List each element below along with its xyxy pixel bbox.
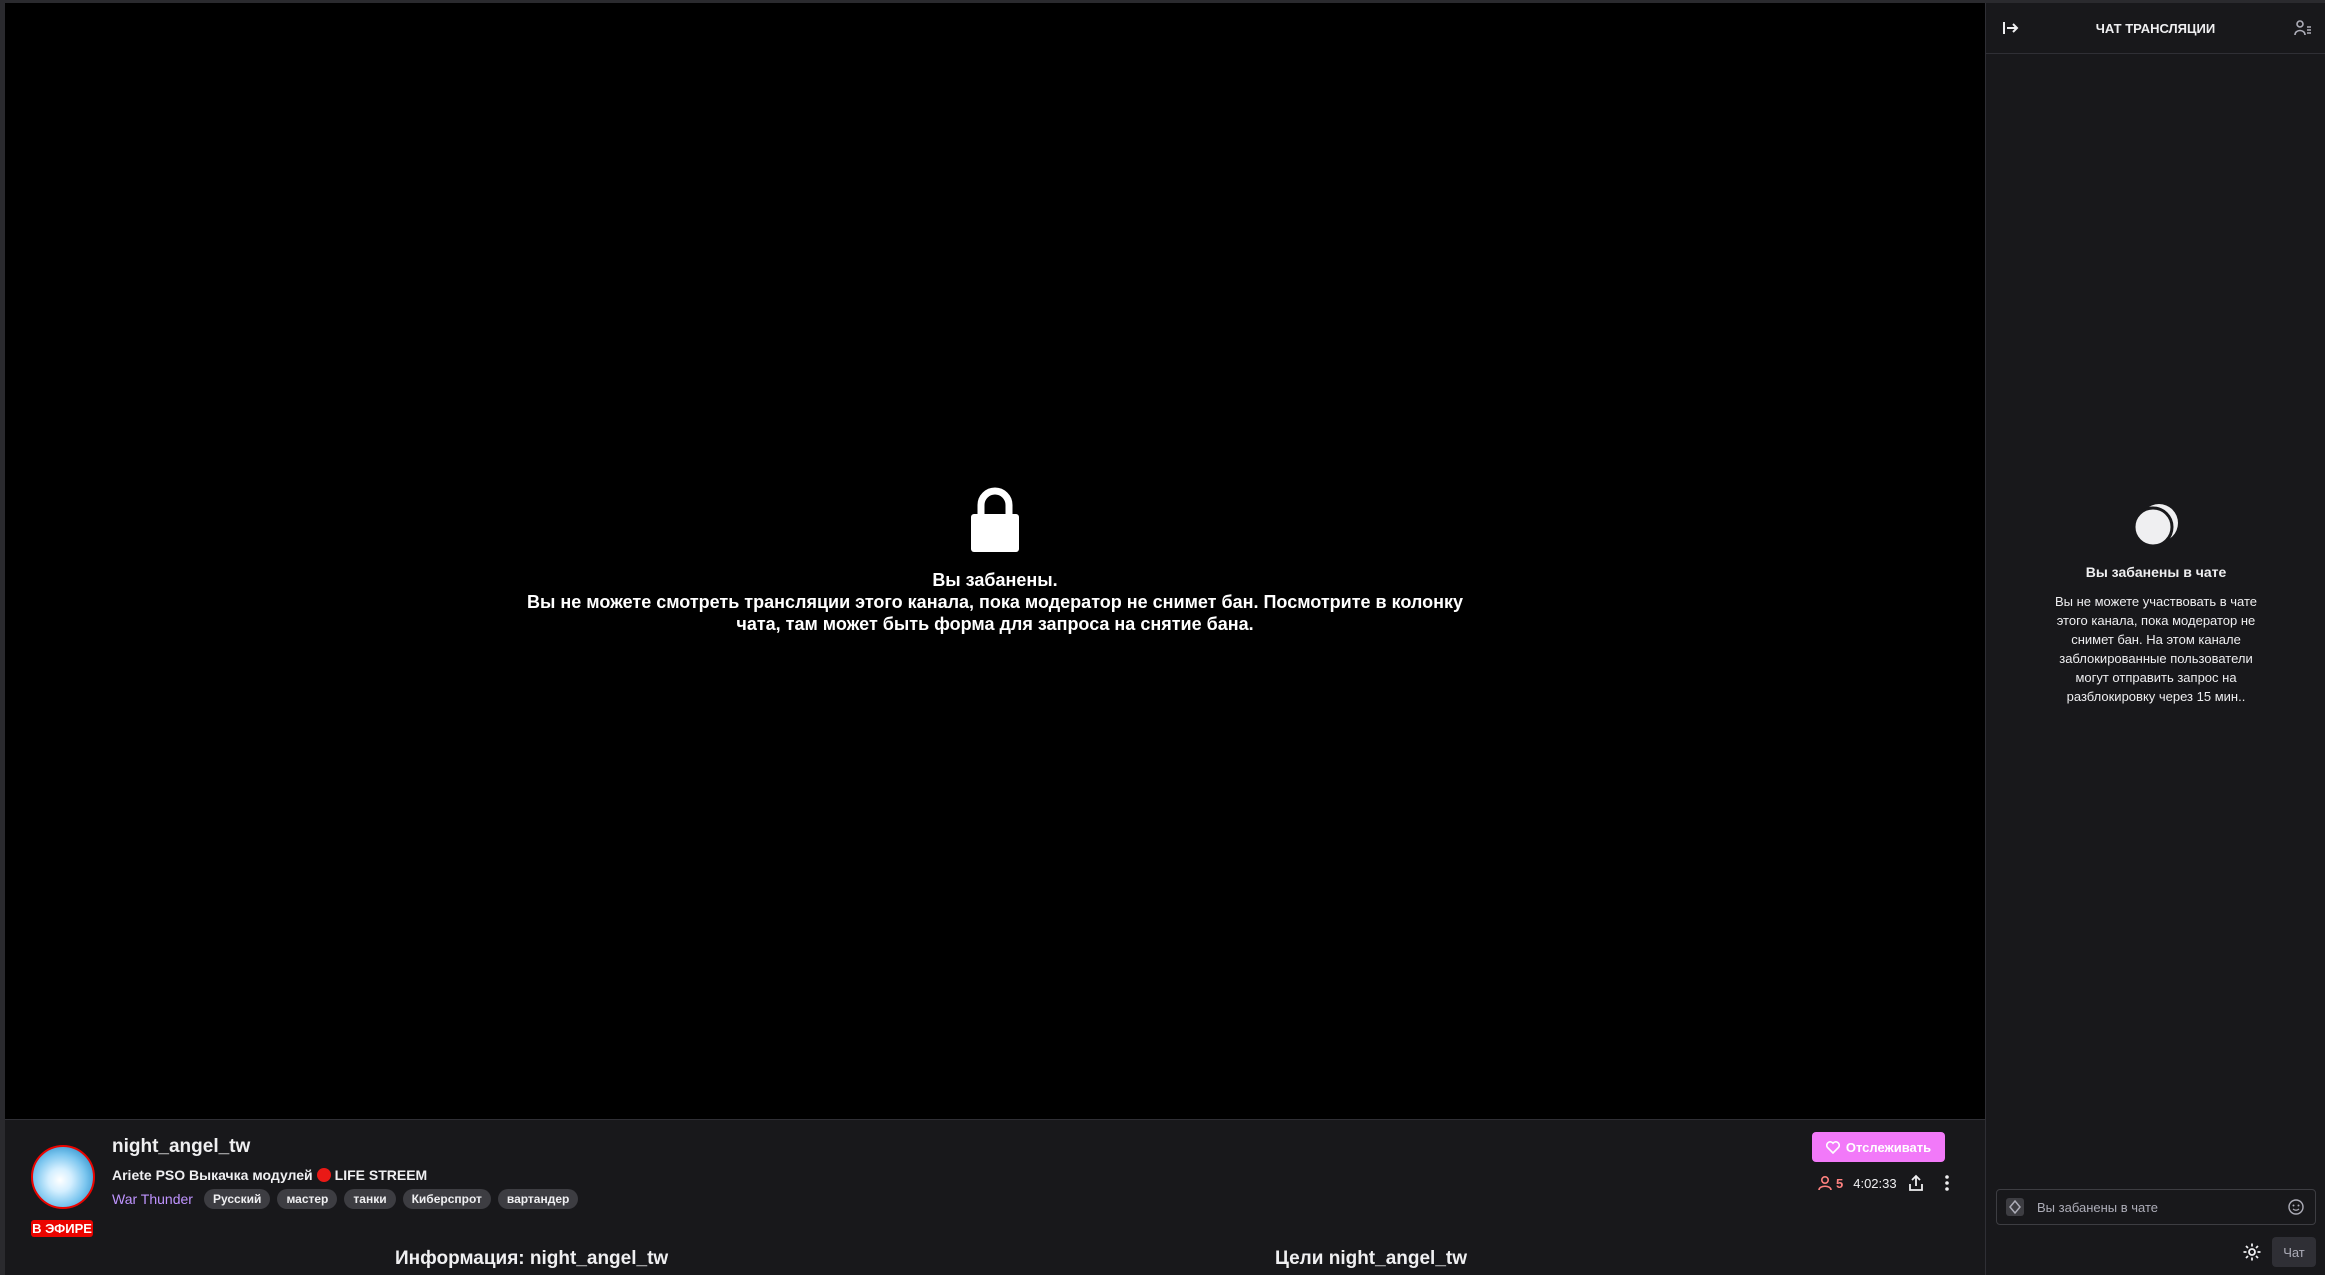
person-icon bbox=[1818, 1175, 1832, 1191]
heart-icon bbox=[1825, 1140, 1840, 1154]
gear-icon[interactable] bbox=[2242, 1242, 2262, 1262]
chat-input[interactable]: Вы забанены в чате bbox=[1996, 1189, 2316, 1225]
ban-icon bbox=[2132, 504, 2178, 548]
channel-name[interactable]: night_angel_tw bbox=[112, 1136, 250, 1158]
collapse-chat-icon[interactable] bbox=[2001, 18, 2021, 38]
tag[interactable]: Русский bbox=[203, 1189, 271, 1209]
lock-icon bbox=[971, 487, 1019, 552]
avatar[interactable] bbox=[31, 1145, 95, 1209]
channel-info-bar: В ЭФИРЕ night_angel_tw Ariete PSO Выкачк… bbox=[5, 1119, 1985, 1275]
stream-title-prefix: Ariete PSO Выкачка модулей bbox=[112, 1167, 313, 1183]
chat-banned-title: Вы забанены в чате bbox=[2085, 564, 2227, 580]
follow-button[interactable]: Отслеживать bbox=[1812, 1132, 1945, 1162]
video-player[interactable]: Вы забанены. Вы не можете смотреть транс… bbox=[5, 3, 1985, 1119]
stream-title: Ariete PSO Выкачка модулей LIFE STREEM bbox=[112, 1167, 427, 1183]
more-options-icon[interactable] bbox=[1941, 1174, 1953, 1192]
chat-input-placeholder: Вы забанены в чате bbox=[2037, 1199, 2159, 1215]
bits-icon[interactable] bbox=[2005, 1197, 2025, 1217]
tag[interactable]: мастер bbox=[277, 1189, 338, 1209]
red-circle-icon bbox=[316, 1168, 331, 1182]
community-icon[interactable] bbox=[2293, 18, 2313, 38]
goals-section-heading: Цели night_angel_tw bbox=[1275, 1248, 1467, 1269]
game-link[interactable]: War Thunder bbox=[112, 1191, 193, 1207]
chat-send-button[interactable]: Чат bbox=[2272, 1237, 2316, 1267]
chat-header: ЧАТ ТРАНСЛЯЦИИ bbox=[1986, 3, 2325, 54]
stream-title-suffix: LIFE STREEM bbox=[334, 1167, 428, 1183]
chat-title: ЧАТ ТРАНСЛЯЦИИ bbox=[2095, 20, 2216, 36]
chat-banned-message: Вы забанены в чате Вы не можете участвов… bbox=[1986, 501, 2325, 706]
tags-row: War Thunder Русский мастер танки Киберсп… bbox=[112, 1189, 579, 1209]
emote-icon[interactable] bbox=[2287, 1198, 2305, 1216]
viewer-count: 5 bbox=[1817, 1175, 1843, 1191]
uptime: 4:02:33 bbox=[1853, 1175, 1897, 1191]
share-icon[interactable] bbox=[1907, 1174, 1925, 1192]
ban-overlay: Вы забанены. Вы не можете смотреть транс… bbox=[5, 485, 1985, 635]
stream-stats: 5 4:02:33 bbox=[1817, 1174, 1953, 1192]
tag[interactable]: Киберспрот bbox=[402, 1189, 491, 1209]
about-section-heading: Информация: night_angel_tw bbox=[395, 1248, 669, 1269]
live-badge: В ЭФИРЕ bbox=[31, 1220, 93, 1237]
follow-label: Отслеживать bbox=[1845, 1139, 1932, 1155]
channel-avatar-wrap[interactable]: В ЭФИРЕ bbox=[31, 1145, 95, 1237]
ban-message: Вы не можете смотреть трансляции этого к… bbox=[526, 592, 1464, 634]
chat-panel: ЧАТ ТРАНСЛЯЦИИ Вы забанены в чате Вы не … bbox=[1985, 3, 2325, 1275]
chat-footer: Чат bbox=[1986, 1235, 2325, 1271]
ban-title: Вы забанены. bbox=[932, 570, 1058, 590]
tag[interactable]: танки bbox=[344, 1189, 396, 1209]
tag[interactable]: вартандер bbox=[497, 1189, 579, 1209]
chat-banned-text: Вы не можете участвовать в чате этого ка… bbox=[2054, 594, 2258, 704]
viewer-count-value: 5 bbox=[1836, 1175, 1844, 1191]
